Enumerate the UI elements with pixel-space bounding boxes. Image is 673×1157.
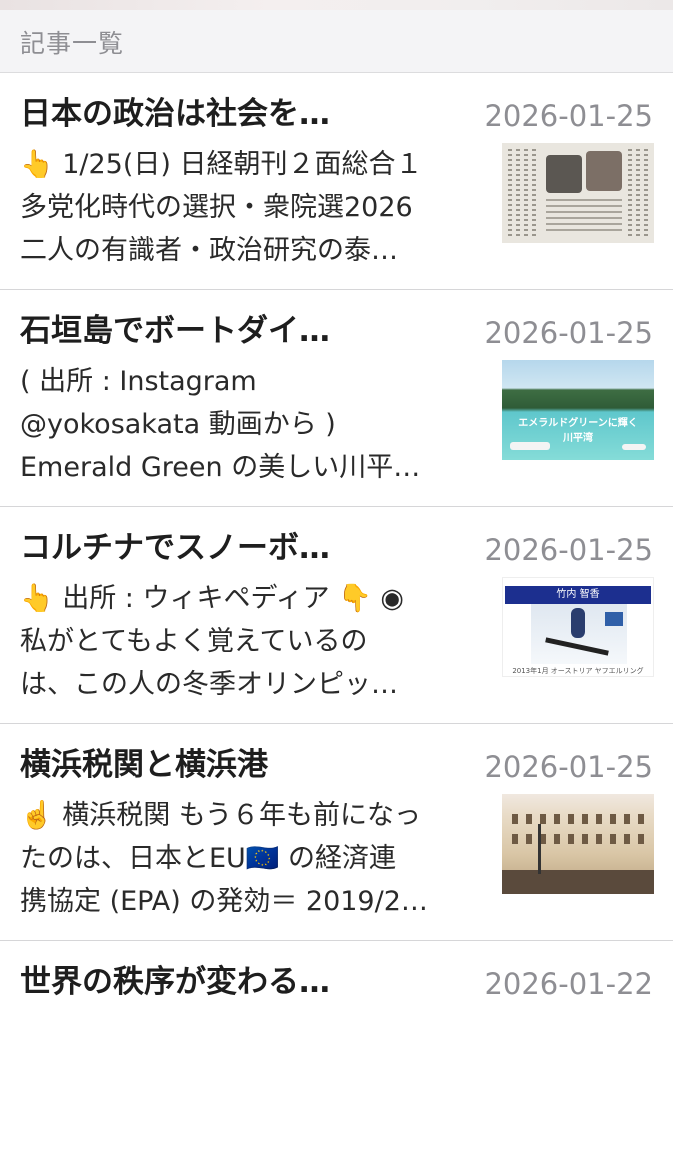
article-item[interactable]: 日本の政治は社会を… 2026-01-25 👆 1/25(日) 日経朝刊２面総合… <box>0 73 673 290</box>
article-summary: ( 出所 : Instagram @yokosakata 動画から ) Emer… <box>20 360 488 489</box>
article-summary: ☝️ 横浜税関 もう６年も前になっ たのは、日本とEU🇪🇺 の経済連 携協定 (… <box>20 794 488 923</box>
newspaper-thumbnail <box>502 143 654 243</box>
summary-line: 携協定 (EPA) の発効＝ 2019/2… <box>20 886 428 917</box>
snowboarder-photo <box>531 604 627 664</box>
summary-line: Emerald Green の美しい川平… <box>20 452 421 483</box>
summary-line: @yokosakata 動画から ) <box>20 409 336 440</box>
article-title: コルチナでスノーボ… <box>20 530 330 566</box>
thumbnail-title: 竹内 智香 <box>505 586 651 604</box>
page-title: 記事一覧 <box>20 29 125 58</box>
article-item[interactable]: 世界の秩序が変わる… 2026-01-22 <box>0 941 673 1157</box>
article-date: 2026-01-25 <box>484 316 653 350</box>
article-title: 横浜税関と横浜港 <box>20 747 268 783</box>
article-summary: 👆 1/25(日) 日経朝刊２面総合１ 多党化時代の選択・衆院選2026 二人の… <box>20 143 488 272</box>
article-list[interactable]: 日本の政治は社会を… 2026-01-25 👆 1/25(日) 日経朝刊２面総合… <box>0 73 673 1157</box>
summary-line: 私がとてもよく覚えているの <box>20 626 368 657</box>
article-title: 世界の秩序が変わる… <box>20 964 330 1000</box>
article-date: 2026-01-25 <box>484 533 653 567</box>
summary-line: 👆 出所 : ウィキペディア 👇 ◉ <box>20 583 404 614</box>
summary-line: は、この人の冬季オリンピッ… <box>20 669 398 700</box>
article-title: 石垣島でボートダイ… <box>20 313 330 349</box>
thumbnail-caption: 2013年1月 オーストリア ヤフエルリング <box>512 667 644 675</box>
beach-thumbnail: エメラルドグリーンに輝く 川平湾 <box>502 360 654 460</box>
snowboard-thumbnail: 竹内 智香 2013年1月 オーストリア ヤフエルリング <box>502 577 654 677</box>
article-date: 2026-01-25 <box>484 750 653 784</box>
status-bar-strip <box>0 0 673 10</box>
summary-line: 👆 1/25(日) 日経朝刊２面総合１ <box>20 149 423 180</box>
list-header: 記事一覧 <box>0 10 673 73</box>
article-date: 2026-01-22 <box>484 967 653 1001</box>
article-summary: 👆 出所 : ウィキペディア 👇 ◉ 私がとてもよく覚えているの は、この人の冬… <box>20 577 488 706</box>
article-item[interactable]: コルチナでスノーボ… 2026-01-25 👆 出所 : ウィキペディア 👇 ◉… <box>0 507 673 724</box>
summary-line: たのは、日本とEU🇪🇺 の経済連 <box>20 843 397 874</box>
summary-line: 二人の有識者・政治研究の泰… <box>20 235 398 266</box>
article-item[interactable]: 横浜税関と横浜港 2026-01-25 ☝️ 横浜税関 もう６年も前になっ たの… <box>0 724 673 941</box>
thumbnail-caption: エメラルドグリーンに輝く 川平湾 <box>518 418 638 444</box>
summary-line: ☝️ 横浜税関 もう６年も前になっ <box>20 800 421 831</box>
summary-line: 多党化時代の選択・衆院選2026 <box>20 192 413 223</box>
article-date: 2026-01-25 <box>484 99 653 133</box>
building-thumbnail <box>502 794 654 894</box>
summary-line: ( 出所 : Instagram <box>20 366 257 397</box>
article-title: 日本の政治は社会を… <box>20 96 330 132</box>
article-item[interactable]: 石垣島でボートダイ… 2026-01-25 ( 出所 : Instagram @… <box>0 290 673 507</box>
